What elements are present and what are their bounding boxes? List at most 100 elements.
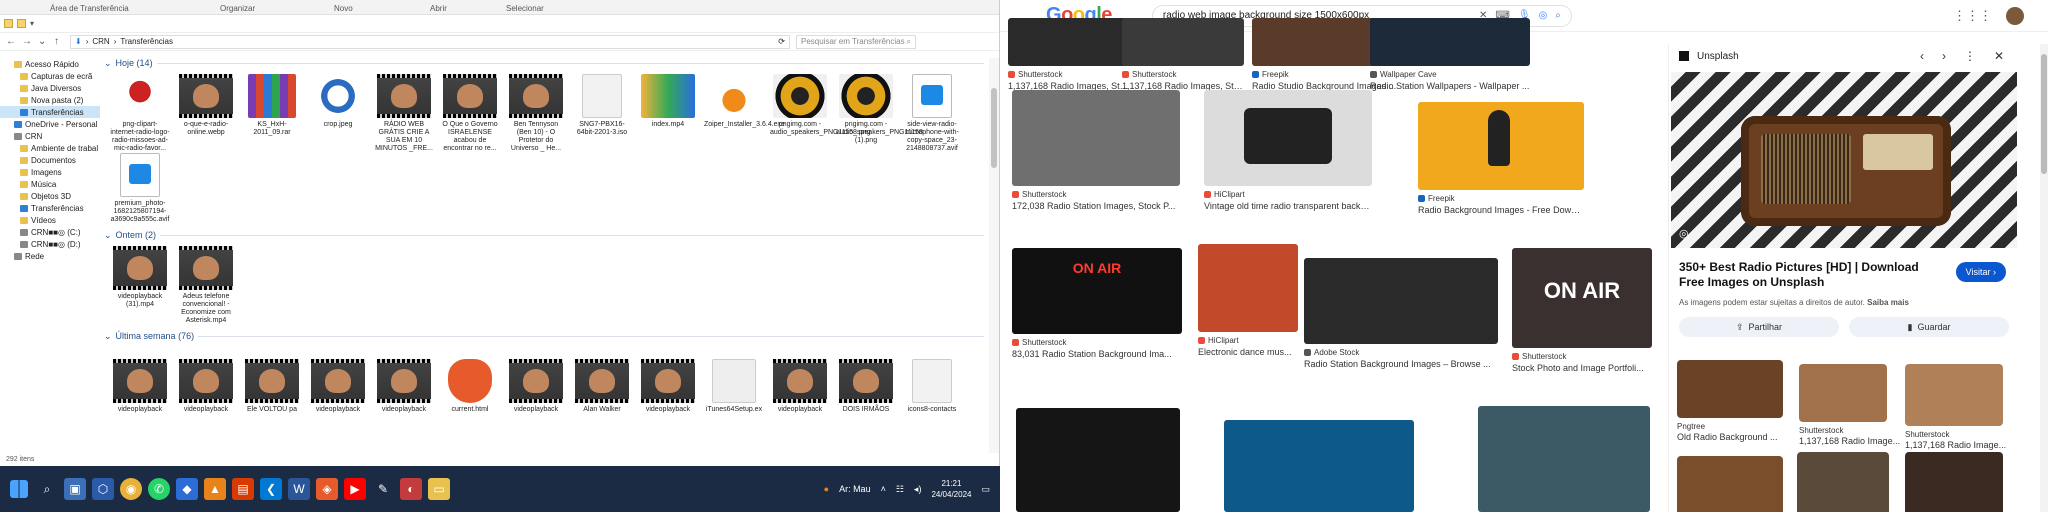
file-item[interactable]: videoplayback: [770, 359, 830, 414]
related-title[interactable]: Old Radio Background ...: [1677, 432, 1778, 442]
file-item[interactable]: icons8-contacts: [902, 359, 962, 414]
nav-item[interactable]: Vídeos: [0, 214, 100, 226]
breadcrumb-crn[interactable]: CRN: [92, 37, 109, 46]
task-view-icon[interactable]: ▣: [64, 478, 86, 500]
nav-item[interactable]: Capturas de ecrã: [0, 70, 100, 82]
result-source[interactable]: Freepik: [1418, 194, 1584, 203]
result-source[interactable]: Shutterstock: [1512, 352, 1652, 361]
youtube-icon[interactable]: ▶: [344, 478, 366, 500]
network-icon[interactable]: ☷: [896, 484, 904, 495]
app-icon[interactable]: ◆: [176, 478, 198, 500]
image-result[interactable]: [1016, 408, 1180, 512]
group-header[interactable]: ⌄ Ontem (2): [104, 228, 984, 242]
nav-item[interactable]: Ambiente de trabal: [0, 142, 100, 154]
related-title[interactable]: 1,137,168 Radio Image...: [1905, 440, 2006, 450]
breadcrumb[interactable]: ⬇ › CRN › Transferências ⟳: [70, 34, 790, 49]
previous-icon[interactable]: ‹: [1920, 49, 1924, 63]
file-item[interactable]: RÁDIO WEB GRÁTIS CRIE A SUA EM 10 MINUTO…: [374, 74, 434, 153]
file-item[interactable]: png-clipart-internet-radio-logo-radio-mi…: [110, 74, 170, 153]
image-result[interactable]: Shutterstock 1,137,168 Radio Images, Stoc…: [1008, 18, 1130, 91]
lens-icon[interactable]: ◎: [1539, 10, 1548, 21]
volume-icon[interactable]: ◂): [914, 484, 922, 495]
nav-item[interactable]: Documentos: [0, 154, 100, 166]
ribbon-clipboard[interactable]: Área de Transferência: [50, 4, 129, 13]
result-title[interactable]: Radio Station Wallpapers - Wallpaper ...: [1370, 81, 1530, 91]
image-result[interactable]: Adobe Stock Radio Station Background Imag…: [1304, 258, 1498, 369]
folder-icon[interactable]: [17, 19, 26, 28]
file-item[interactable]: Ben Tennyson (Ben 10) - O Protetor do Un…: [506, 74, 566, 153]
share-button[interactable]: ⇪ Partilhar: [1679, 317, 1839, 337]
file-item[interactable]: SNG7-PBX16-64bit-2201-3.iso: [572, 74, 632, 153]
file-item[interactable]: videoplayback: [374, 359, 434, 414]
image-result[interactable]: [1478, 406, 1650, 512]
file-item[interactable]: videoplayback: [308, 359, 368, 414]
folder-icon[interactable]: [4, 19, 13, 28]
nav-item[interactable]: Nova pasta (2): [0, 94, 100, 106]
result-image[interactable]: [1016, 408, 1180, 512]
file-item[interactable]: KS_HxH-2011_09.rar: [242, 74, 302, 153]
file-item[interactable]: iTunes64Setup.ex: [704, 359, 764, 414]
nav-item[interactable]: Objetos 3D: [0, 190, 100, 202]
related-image[interactable]: [1905, 452, 2003, 512]
result-image[interactable]: [1370, 18, 1530, 66]
group-header[interactable]: ⌄ Hoje (14): [104, 56, 984, 70]
scrollbar-thumb[interactable]: [991, 88, 997, 168]
nav-item[interactable]: Java Diversos: [0, 82, 100, 94]
file-item[interactable]: Ele VOLTOU pa: [242, 359, 302, 414]
visit-button[interactable]: Visitar ›: [1955, 262, 2006, 282]
result-image[interactable]: [1198, 244, 1298, 332]
app-icon[interactable]: ✎: [372, 478, 394, 500]
vlc-icon[interactable]: ▲: [204, 478, 226, 500]
clock[interactable]: 21:21 24/04/2024: [931, 478, 971, 500]
preview-source[interactable]: Unsplash: [1697, 51, 1739, 62]
brave-icon[interactable]: ◈: [316, 478, 338, 500]
result-image[interactable]: [1304, 258, 1498, 344]
result-title[interactable]: Radio Station Background Images – Browse…: [1304, 359, 1498, 369]
file-item[interactable]: Adeus telefone convencional! - Economize…: [176, 246, 236, 325]
result-image[interactable]: [1008, 18, 1130, 66]
result-title[interactable]: 83,031 Radio Station Background Ima...: [1012, 349, 1182, 359]
back-arrow-icon[interactable]: ←: [6, 36, 16, 47]
result-source[interactable]: Shutterstock: [1008, 70, 1130, 79]
file-item[interactable]: O Que o Governo ISRAELENSE acabou de enc…: [440, 74, 500, 153]
up-arrow-icon[interactable]: ↑: [54, 36, 64, 47]
preview-image[interactable]: ◎: [1671, 72, 2017, 248]
result-title[interactable]: Stock Photo and Image Portfoli...: [1512, 363, 1652, 373]
file-item[interactable]: Zoiper_Installer_3.6.4.exe: [704, 74, 785, 153]
result-source[interactable]: Wallpaper Cave: [1370, 70, 1530, 79]
file-item[interactable]: current.html: [440, 359, 500, 414]
refresh-icon[interactable]: ⟳: [778, 37, 785, 46]
result-title[interactable]: Electronic dance mus...: [1198, 347, 1298, 357]
close-icon[interactable]: ✕: [1994, 49, 2004, 63]
image-result[interactable]: Wallpaper Cave Radio Station Wallpapers -…: [1370, 18, 1530, 91]
weather-status[interactable]: Ar: Mau: [839, 484, 871, 494]
word-icon[interactable]: W: [288, 478, 310, 500]
file-item[interactable]: videoplayback: [638, 359, 698, 414]
file-item[interactable]: DOIS IRMÃOS: [836, 359, 896, 414]
nav-item[interactable]: OneDrive - Personal: [0, 118, 100, 130]
nav-item[interactable]: Transferências: [0, 202, 100, 214]
ribbon-open[interactable]: Abrir: [430, 4, 447, 13]
browser-scrollbar[interactable]: [2040, 44, 2048, 512]
apps-grid-icon[interactable]: ⋮⋮⋮: [1953, 8, 1992, 24]
related-source[interactable]: Pngtree: [1677, 422, 1705, 431]
nav-item[interactable]: Acesso Rápido: [0, 58, 100, 70]
result-source[interactable]: Shutterstock: [1122, 70, 1244, 79]
vertical-scrollbar[interactable]: [989, 58, 999, 453]
file-item[interactable]: o-que-e-radio-online.webp: [176, 74, 236, 153]
file-item[interactable]: index.mp4: [638, 74, 698, 153]
chevron-down-icon[interactable]: ⌄: [38, 36, 48, 47]
result-image[interactable]: [1478, 406, 1650, 512]
result-image[interactable]: [1418, 102, 1584, 190]
result-source[interactable]: HiClipart: [1204, 190, 1372, 199]
lens-icon[interactable]: ◎: [1679, 227, 1689, 240]
office-icon[interactable]: ▤: [232, 478, 254, 500]
chevron-down-icon[interactable]: ▾: [30, 19, 34, 28]
result-title[interactable]: Radio Background Images - Free Download …: [1418, 205, 1584, 215]
chevron-up-icon[interactable]: ˄: [881, 484, 886, 494]
nav-item[interactable]: Transferências: [0, 106, 100, 118]
related-title[interactable]: 1,137,168 Radio Image...: [1799, 436, 1900, 446]
image-result[interactable]: [1224, 420, 1414, 512]
more-options-icon[interactable]: ⋮: [1964, 49, 1976, 63]
weather-icon[interactable]: ●: [824, 484, 829, 494]
